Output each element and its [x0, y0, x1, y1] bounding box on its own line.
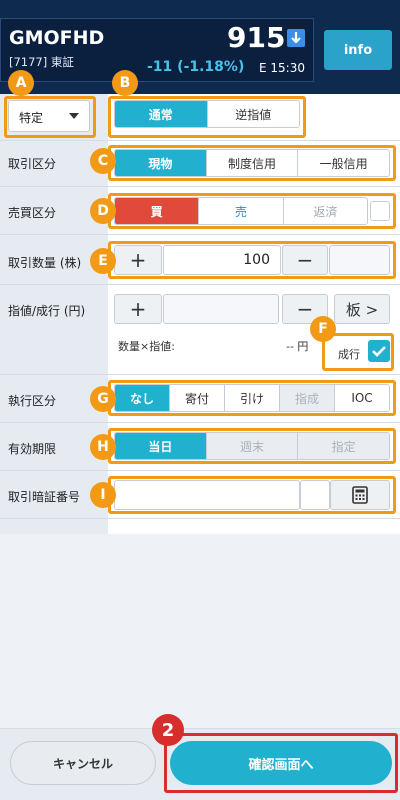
badge-h: H [90, 434, 116, 460]
info-button[interactable]: info [324, 30, 392, 70]
badge-b: B [112, 70, 138, 96]
order-amount-label: 数量×指値: [118, 340, 175, 353]
badge-c: C [90, 148, 116, 174]
side-label: 売買区分 [8, 206, 57, 220]
price-label: 指値/成行 (円) [8, 304, 86, 318]
pin-label: 取引暗証番号 [8, 490, 81, 504]
confirm-button[interactable]: 確認画面へ [170, 741, 392, 785]
execution-label: 執行区分 [8, 394, 57, 408]
highlight-f [322, 333, 394, 371]
order-amount-value: -- 円 [286, 340, 309, 353]
divider [0, 234, 400, 235]
divider [0, 422, 400, 423]
badge-a: A [8, 70, 34, 96]
order-board-button[interactable]: 板 > [334, 294, 390, 324]
quote-panel: GMOFHD [7177] 東証 915 -11 (-1.18%) E 15:3… [0, 18, 314, 82]
divider [0, 140, 400, 141]
divider [0, 186, 400, 187]
quantity-label: 取引数量 (株) [8, 256, 82, 270]
stock-code: [7177] 東証 [9, 55, 74, 69]
arrow-down-icon [287, 29, 305, 47]
highlight-a [4, 96, 96, 138]
validity-label: 有効期限 [8, 442, 57, 456]
badge-i: I [90, 482, 116, 508]
badge-f: F [310, 316, 336, 342]
highlight-e [108, 241, 396, 279]
stock-price: 915 [227, 21, 286, 54]
divider [0, 284, 400, 285]
trade-class-label: 取引区分 [8, 157, 57, 171]
badge-2: 2 [152, 714, 184, 746]
badge-g: G [90, 386, 116, 412]
stock-header: GMOFHD [7177] 東証 915 -11 (-1.18%) E 15:3… [0, 0, 400, 94]
highlight-h [108, 428, 396, 464]
price-change: -11 (-1.18%) [147, 59, 245, 75]
price-input[interactable] [163, 294, 279, 324]
cancel-button[interactable]: キャンセル [10, 741, 156, 785]
badge-d: D [90, 198, 116, 224]
highlight-g [108, 380, 396, 416]
price-time: E 15:30 [259, 61, 305, 75]
highlight-c [108, 145, 396, 181]
badge-e: E [90, 248, 116, 274]
divider [0, 470, 400, 471]
highlight-i [108, 476, 396, 514]
price-plus-button[interactable]: + [114, 294, 162, 324]
divider [0, 374, 400, 375]
highlight-b [108, 96, 306, 138]
stock-symbol: GMOFHD [9, 27, 105, 49]
divider [0, 518, 400, 519]
footer: キャンセル 確認画面へ [0, 728, 400, 800]
highlight-d [108, 193, 396, 229]
